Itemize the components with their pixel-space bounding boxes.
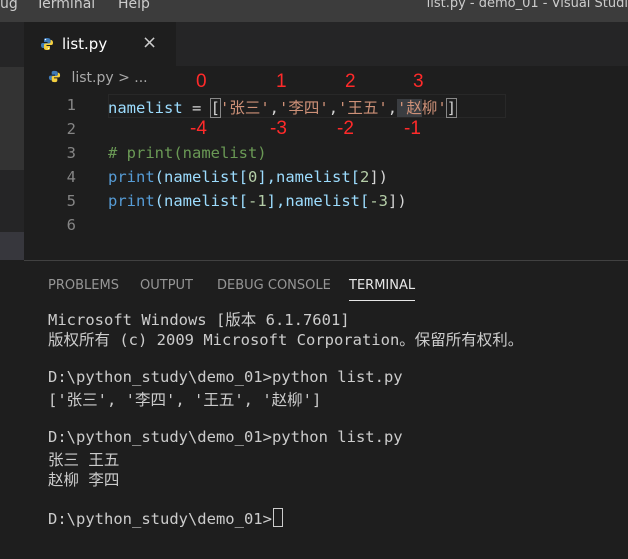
annotation-index-bottom: -3 xyxy=(270,118,287,139)
annotation-index-top: 2 xyxy=(345,71,356,92)
code-text: namelist = ['张三','李四','王五','赵柳'] xyxy=(108,96,458,118)
code-token: (namelist[ xyxy=(154,192,248,210)
terminal-cursor xyxy=(272,508,283,527)
annotation-index-top: 1 xyxy=(276,71,287,92)
annotation-index-bottom: -1 xyxy=(404,118,421,139)
code-text: print(namelist[-1],namelist[-3]) xyxy=(108,192,407,210)
window-title: list.py - demo_01 - Visual Studi xyxy=(426,0,628,11)
sidebar-selected-item[interactable] xyxy=(0,232,24,260)
breadcrumb-separator: > xyxy=(113,70,135,86)
code-token: = xyxy=(182,99,211,117)
code-token: -3 xyxy=(369,192,388,210)
python-file-icon xyxy=(41,38,53,50)
terminal-line: D:\python_study\demo_01>python list.py xyxy=(48,428,403,446)
line-number: 6 xyxy=(66,216,76,234)
line-number: 2 xyxy=(66,120,76,138)
code-token: ],namelist[ xyxy=(257,168,360,186)
code-token: print xyxy=(108,168,155,186)
code-line-1[interactable]: 1 namelist = ['张三','李四','王五','赵柳'] xyxy=(24,94,628,118)
code-token: ' xyxy=(437,99,447,117)
tab-debug-console[interactable]: DEBUG CONSOLE xyxy=(217,278,331,293)
terminal-line: D:\python_study\demo_01>python list.py xyxy=(48,368,403,386)
code-token: '李四' xyxy=(279,99,329,117)
python-file-icon xyxy=(48,70,61,83)
code-line-6[interactable]: 6 xyxy=(24,214,628,238)
code-line-5[interactable]: 5 print(namelist[-1],namelist[-3]) xyxy=(24,190,628,214)
breadcrumb-file[interactable]: list.py xyxy=(71,70,113,86)
code-line-2[interactable]: 2 xyxy=(24,118,628,142)
terminal-line: Microsoft Windows [版本 6.1.7601] xyxy=(48,311,350,329)
code-token: 柳 xyxy=(421,99,438,117)
breadcrumb-more[interactable]: ... xyxy=(134,70,147,86)
terminal-line: 版权所有 (c) 2009 Microsoft Corporation。保留所有… xyxy=(48,331,524,349)
menu-bar: ug Terminal Help list.py - demo_01 - Vis… xyxy=(0,0,628,22)
line-number: 1 xyxy=(66,96,76,114)
annotation-index-top: 0 xyxy=(196,71,207,92)
breadcrumb: list.py > ... xyxy=(48,70,148,86)
code-token: , xyxy=(328,99,339,117)
tab-output[interactable]: OUTPUT xyxy=(140,278,193,293)
code-token: , xyxy=(269,99,280,117)
sidebar-panel xyxy=(0,67,24,170)
code-token: ],namelist[ xyxy=(266,192,370,210)
code-token: (namelist[ xyxy=(154,168,248,186)
menu-item-help[interactable]: Help xyxy=(118,0,150,12)
editor-tab-bar: list.py × xyxy=(24,22,628,66)
tab-problems[interactable]: PROBLEMS xyxy=(48,278,119,293)
line-number: 3 xyxy=(66,144,76,162)
tab-terminal[interactable]: TERMINAL xyxy=(349,278,416,301)
code-line-4[interactable]: 4 print(namelist[0],namelist[2]) xyxy=(24,166,628,190)
line-number: 4 xyxy=(66,168,76,186)
terminal-prompt: D:\python_study\demo_01> xyxy=(48,510,272,528)
terminal-line: ['张三', '李四', '王五', '赵柳'] xyxy=(48,391,322,409)
code-comment: # print(namelist) xyxy=(108,144,267,162)
code-token: -1 xyxy=(248,192,267,210)
bracket-match: [ xyxy=(209,98,222,118)
annotation-index-bottom: -2 xyxy=(337,118,354,139)
code-token: '赵 xyxy=(397,99,422,117)
terminal-line: 赵柳 李四 xyxy=(48,471,120,489)
bracket-match: ] xyxy=(445,98,458,118)
code-token: 2 xyxy=(360,168,370,186)
menu-item-go[interactable]: ug xyxy=(0,0,18,12)
terminal-line: 张三 王五 xyxy=(48,451,120,469)
line-number: 5 xyxy=(66,192,76,210)
tab-terminal-label: TERMINAL xyxy=(349,278,416,293)
code-token: '王五' xyxy=(338,99,388,117)
code-line-3[interactable]: 3 # print(namelist) xyxy=(24,142,628,166)
menu-item-terminal[interactable]: Terminal xyxy=(36,0,95,12)
code-token: ]) xyxy=(388,192,407,210)
sidebar-strip xyxy=(0,22,24,260)
code-token: 0 xyxy=(248,168,258,186)
code-token: '张三' xyxy=(220,99,270,117)
annotation-index-top: 3 xyxy=(413,71,424,92)
code-editor[interactable]: 1 namelist = ['张三','李四','王五','赵柳'] 2 3 #… xyxy=(24,92,628,260)
code-token: namelist xyxy=(108,99,183,117)
code-token: ]) xyxy=(369,168,389,186)
tab-label: list.py xyxy=(62,35,108,53)
code-token: , xyxy=(387,99,398,117)
tab-list-py[interactable]: list.py × xyxy=(24,22,176,66)
code-text: print(namelist[0],namelist[2]) xyxy=(108,168,388,186)
terminal-prompt-line[interactable]: D:\python_study\demo_01> xyxy=(48,508,283,528)
active-tab-underline xyxy=(349,300,416,301)
annotation-index-bottom: -4 xyxy=(190,118,207,139)
code-token: print xyxy=(108,192,155,210)
close-icon[interactable]: × xyxy=(142,32,157,53)
